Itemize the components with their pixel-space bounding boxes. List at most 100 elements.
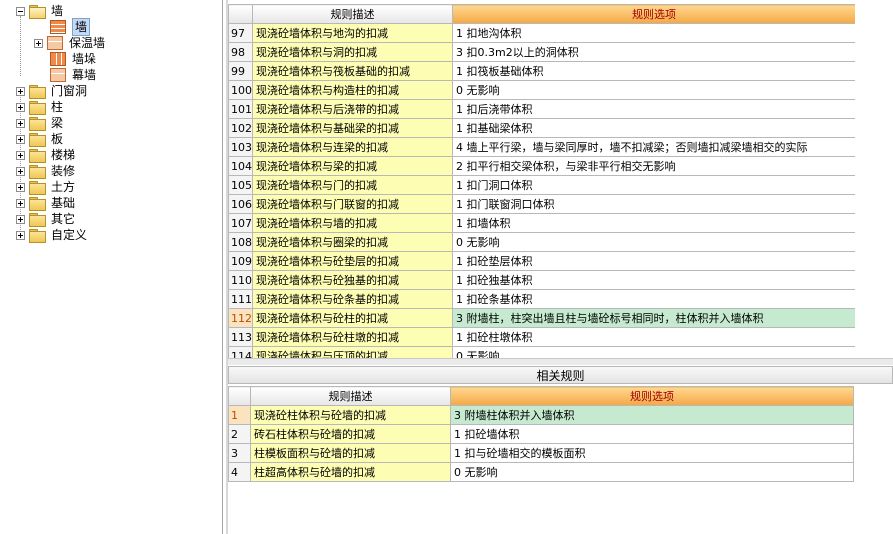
table-row[interactable]: 109 现浇砼墙体积与砼垫层的扣减 1 扣砼垫层体积 <box>228 251 856 271</box>
rule-description-cell[interactable]: 现浇砼墙体积与砼柱的扣减 <box>252 308 453 328</box>
tree-node-wall[interactable]: 墙 <box>50 18 91 36</box>
rule-description-cell[interactable]: 现浇砼墙体积与筏板基础的扣减 <box>252 61 453 81</box>
table-row[interactable]: 2 砖石柱体积与砼墙的扣减 1 扣砼墙体积 <box>228 424 854 444</box>
rule-option-cell[interactable]: 3 扣0.3m2以上的洞体积 <box>452 42 856 62</box>
tree-node-pilaster[interactable]: 墙垛 <box>50 51 96 67</box>
expand-icon[interactable] <box>16 102 25 112</box>
row-number[interactable]: 114 <box>228 346 253 358</box>
row-number[interactable]: 3 <box>228 443 251 463</box>
expand-icon[interactable] <box>16 182 25 192</box>
row-number[interactable]: 107 <box>228 213 253 233</box>
row-number[interactable]: 100 <box>228 80 253 100</box>
rule-option-cell[interactable]: 1 扣门联窗洞口体积 <box>452 194 856 214</box>
category-tree[interactable]: 墙 墙 保温墙 墙垛 幕墙 门窗洞 柱 梁 板 楼梯 装修 土方 基础 其它 自… <box>0 0 223 534</box>
table-row[interactable]: 108 现浇砼墙体积与圈梁的扣减 0 无影响 <box>228 232 856 252</box>
row-number[interactable]: 4 <box>228 462 251 482</box>
expand-icon[interactable] <box>16 134 25 144</box>
rule-description-cell[interactable]: 柱模板面积与砼墙的扣减 <box>250 443 451 463</box>
row-number[interactable]: 111 <box>228 289 253 309</box>
row-number[interactable]: 97 <box>228 23 253 43</box>
row-number[interactable]: 2 <box>228 424 251 444</box>
row-number[interactable]: 108 <box>228 232 253 252</box>
rule-option-cell[interactable]: 1 扣砼垫层体积 <box>452 251 856 271</box>
header-rule-description[interactable]: 规则描述 <box>252 4 453 24</box>
rule-option-cell[interactable]: 1 扣砼柱墩体积 <box>452 327 856 347</box>
rule-description-cell[interactable]: 现浇砼墙体积与砼条基的扣减 <box>252 289 453 309</box>
tree-node-custom[interactable]: 自定义 <box>16 227 87 243</box>
table-row[interactable]: 102 现浇砼墙体积与基础梁的扣减 1 扣基础梁体积 <box>228 118 856 138</box>
rule-option-cell[interactable]: 0 无影响 <box>452 346 856 358</box>
rule-option-cell[interactable]: 1 扣地沟体积 <box>452 23 856 43</box>
row-number[interactable]: 110 <box>228 270 253 290</box>
table-row[interactable]: 100 现浇砼墙体积与构造柱的扣减 0 无影响 <box>228 80 856 100</box>
row-number[interactable]: 104 <box>228 156 253 176</box>
tree-node-beam[interactable]: 梁 <box>16 115 63 131</box>
header-rule-option[interactable]: 规则选项 <box>450 386 854 406</box>
table-row[interactable]: 98 现浇砼墙体积与洞的扣减 3 扣0.3m2以上的洞体积 <box>228 42 856 62</box>
row-number[interactable]: 113 <box>228 327 253 347</box>
rule-option-cell[interactable]: 1 扣门洞口体积 <box>452 175 856 195</box>
expand-icon[interactable] <box>16 214 25 224</box>
table-row[interactable]: 99 现浇砼墙体积与筏板基础的扣减 1 扣筏板基础体积 <box>228 61 856 81</box>
rule-option-cell[interactable]: 0 无影响 <box>450 462 854 482</box>
rule-description-cell[interactable]: 砖石柱体积与砼墙的扣减 <box>250 424 451 444</box>
rule-description-cell[interactable]: 现浇砼墙体积与墙的扣减 <box>252 213 453 233</box>
table-row[interactable]: 104 现浇砼墙体积与梁的扣减 2 扣平行相交梁体积，与梁非平行相交无影响 <box>228 156 856 176</box>
table-row[interactable]: 107 现浇砼墙体积与墙的扣减 1 扣墙体积 <box>228 213 856 233</box>
tree-node-other[interactable]: 其它 <box>16 211 75 227</box>
collapse-icon[interactable] <box>16 6 25 16</box>
table-row[interactable]: 1 现浇砼柱体积与砼墙的扣减 3 附墙柱体积并入墙体积 <box>228 405 854 425</box>
expand-icon[interactable] <box>16 86 25 96</box>
table-row[interactable]: 3 柱模板面积与砼墙的扣减 1 扣与砼墙相交的模板面积 <box>228 443 854 463</box>
tree-node-curtain-wall[interactable]: 幕墙 <box>50 67 96 83</box>
expand-icon[interactable] <box>16 230 25 240</box>
tree-node-openings[interactable]: 门窗洞 <box>16 83 87 99</box>
table-row[interactable]: 105 现浇砼墙体积与门的扣减 1 扣门洞口体积 <box>228 175 856 195</box>
rule-description-cell[interactable]: 现浇砼墙体积与压顶的扣减 <box>252 346 453 358</box>
row-number[interactable]: 112 <box>228 308 253 328</box>
rule-option-cell[interactable]: 1 扣后浇带体积 <box>452 99 856 119</box>
rule-description-cell[interactable]: 现浇砼墙体积与连梁的扣减 <box>252 137 453 157</box>
rule-option-cell[interactable]: 3 附墙柱体积并入墙体积 <box>450 405 854 425</box>
rule-option-cell[interactable]: 1 扣与砼墙相交的模板面积 <box>450 443 854 463</box>
table-row[interactable]: 111 现浇砼墙体积与砼条基的扣减 1 扣砼条基体积 <box>228 289 856 309</box>
rule-option-cell[interactable]: 2 扣平行相交梁体积，与梁非平行相交无影响 <box>452 156 856 176</box>
rule-option-cell[interactable]: 1 扣筏板基础体积 <box>452 61 856 81</box>
row-number[interactable]: 105 <box>228 175 253 195</box>
row-number[interactable]: 102 <box>228 118 253 138</box>
rule-option-cell[interactable]: 1 扣砼墙体积 <box>450 424 854 444</box>
rule-option-cell[interactable]: 0 无影响 <box>452 232 856 252</box>
header-rule-option[interactable]: 规则选项 <box>452 4 856 24</box>
tree-node-insulation-wall[interactable]: 保温墙 <box>34 35 105 51</box>
header-rule-description[interactable]: 规则描述 <box>250 386 451 406</box>
table-row[interactable]: 112 现浇砼墙体积与砼柱的扣减 3 附墙柱，柱突出墙且柱与墙砼标号相同时，柱体积并… <box>228 308 856 328</box>
rule-option-cell[interactable]: 1 扣砼条基体积 <box>452 289 856 309</box>
row-number[interactable]: 109 <box>228 251 253 271</box>
rule-description-cell[interactable]: 现浇砼墙体积与门的扣减 <box>252 175 453 195</box>
tree-node-earthwork[interactable]: 土方 <box>16 179 75 195</box>
rule-description-cell[interactable]: 现浇砼墙体积与门联窗的扣减 <box>252 194 453 214</box>
rule-table-viewport[interactable]: 规则描述 规则选项 97 现浇砼墙体积与地沟的扣减 1 扣地沟体积 98 现浇砼墙体积与… <box>228 0 893 358</box>
rule-description-cell[interactable]: 现浇砼墙体积与圈梁的扣减 <box>252 232 453 252</box>
expand-icon[interactable] <box>16 150 25 160</box>
rule-option-cell[interactable]: 1 扣基础梁体积 <box>452 118 856 138</box>
rule-description-cell[interactable]: 现浇砼墙体积与洞的扣减 <box>252 42 453 62</box>
row-number[interactable]: 99 <box>228 61 253 81</box>
rule-option-cell[interactable]: 4 墙上平行梁，墙与梁同厚时，墙不扣减梁；否则墙扣减梁墙相交的实际 <box>452 137 856 157</box>
tree-node-foundation[interactable]: 基础 <box>16 195 75 211</box>
row-number[interactable]: 98 <box>228 42 253 62</box>
tree-node-wall-root[interactable]: 墙 <box>16 3 63 19</box>
rule-option-cell[interactable]: 0 无影响 <box>452 80 856 100</box>
rule-description-cell[interactable]: 现浇砼墙体积与砼垫层的扣减 <box>252 251 453 271</box>
rule-description-cell[interactable]: 现浇砼墙体积与砼独基的扣减 <box>252 270 453 290</box>
rule-description-cell[interactable]: 现浇砼柱体积与砼墙的扣减 <box>250 405 451 425</box>
tree-node-finishing[interactable]: 装修 <box>16 163 75 179</box>
table-row[interactable]: 110 现浇砼墙体积与砼独基的扣减 1 扣砼独基体积 <box>228 270 856 290</box>
tree-node-slab[interactable]: 板 <box>16 131 63 147</box>
rule-option-cell[interactable]: 1 扣砼独基体积 <box>452 270 856 290</box>
rule-description-cell[interactable]: 现浇砼墙体积与地沟的扣减 <box>252 23 453 43</box>
row-number[interactable]: 101 <box>228 99 253 119</box>
expand-icon[interactable] <box>16 166 25 176</box>
rule-description-cell[interactable]: 柱超高体积与砼墙的扣减 <box>250 462 451 482</box>
tree-node-stairs[interactable]: 楼梯 <box>16 147 75 163</box>
